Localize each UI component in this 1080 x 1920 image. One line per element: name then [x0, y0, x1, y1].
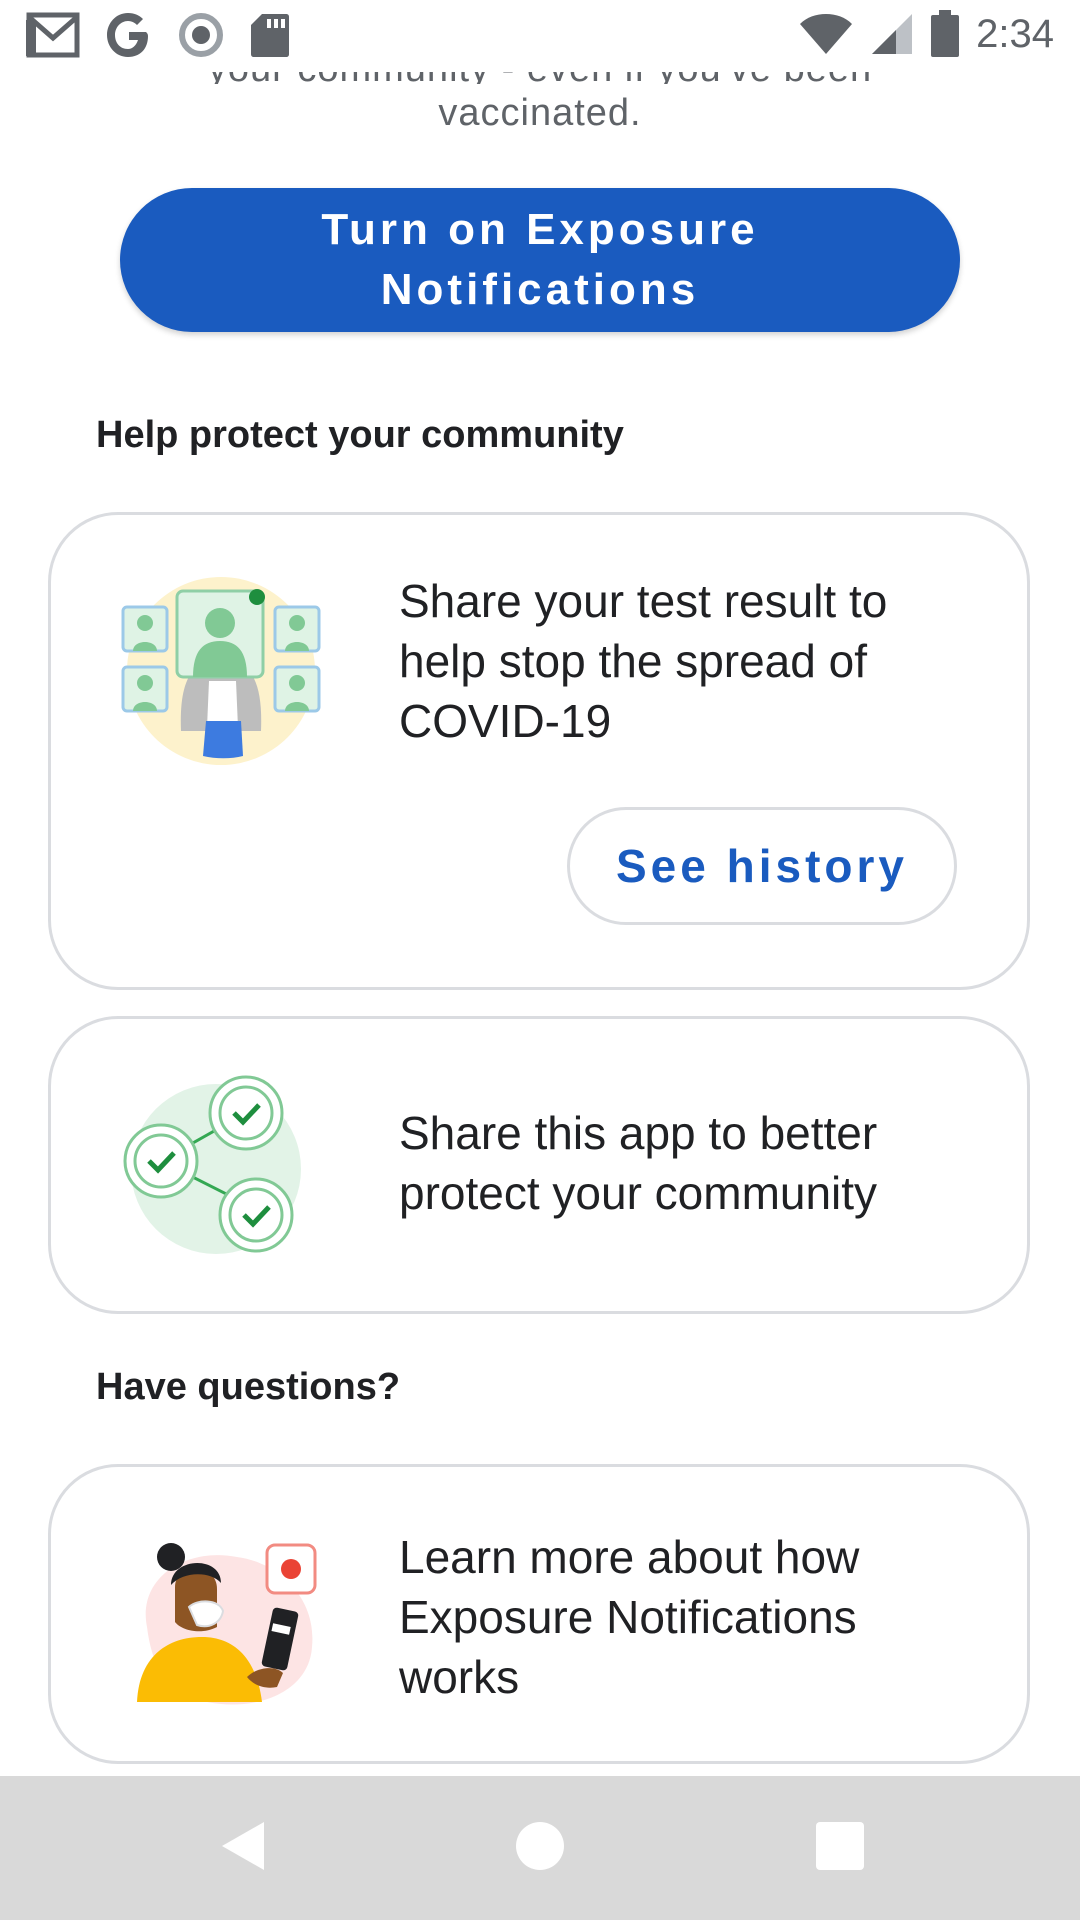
intro-line-2: vaccinated.	[438, 92, 642, 134]
navigation-bar	[0, 1776, 1080, 1920]
share-result-text: Share your test result to help stop the …	[399, 575, 888, 747]
turn-on-button-label: Turn on Exposure Notifications	[321, 205, 759, 314]
section-heading-questions: Have questions?	[96, 1366, 401, 1408]
back-icon[interactable]	[218, 1820, 266, 1872]
cell-signal-icon	[872, 14, 913, 54]
recents-icon[interactable]	[816, 1822, 864, 1870]
home-icon[interactable]	[516, 1822, 564, 1870]
google-icon	[107, 13, 148, 57]
share-test-result-card[interactable]: Share your test result to help stop the …	[48, 512, 1030, 990]
share-result-illustration-icon	[121, 577, 321, 765]
status-time: 2:34	[976, 11, 1054, 56]
status-bar-right: 2:34	[798, 10, 1054, 58]
wifi-icon	[800, 14, 853, 54]
circle-record-icon	[179, 13, 223, 57]
share-app-card[interactable]: Share this app to better protect your co…	[48, 1016, 1030, 1314]
sd-card-icon	[251, 14, 289, 57]
battery-icon	[931, 10, 960, 57]
section-heading-community: Help protect your community	[96, 414, 624, 456]
share-app-text: Share this app to better protect your co…	[399, 1107, 878, 1219]
learn-more-illustration-icon	[137, 1543, 317, 1705]
see-history-button[interactable]: See history	[567, 807, 957, 925]
learn-more-text: Learn more about how Exposure Notificati…	[399, 1531, 860, 1703]
learn-more-card[interactable]: Learn more about how Exposure Notificati…	[48, 1464, 1030, 1764]
status-bar-left	[26, 12, 290, 58]
status-bar: 2:34	[0, 0, 1080, 72]
turn-on-exposure-notifications-button[interactable]: Turn on Exposure Notifications	[120, 188, 960, 332]
share-app-illustration-icon	[123, 1075, 301, 1254]
gmail-icon	[26, 12, 80, 58]
